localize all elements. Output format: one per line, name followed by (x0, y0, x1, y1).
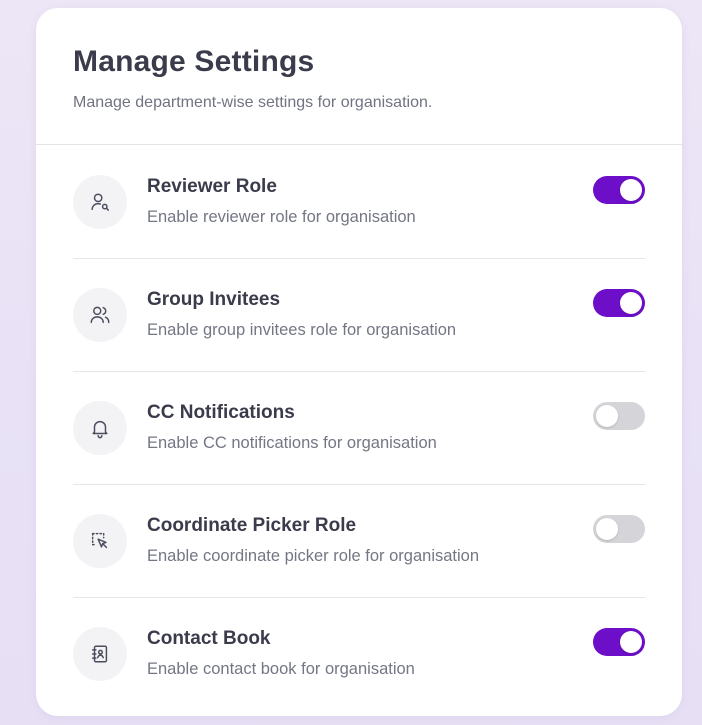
page-subtitle: Manage department-wise settings for orga… (73, 94, 433, 111)
setting-row-cc-notifications: CC Notifications Enable CC notifications… (73, 371, 645, 485)
setting-description: Enable group invitees role for organisat… (147, 321, 457, 339)
toggle-knob (620, 179, 642, 201)
contact-book-toggle[interactable] (593, 628, 645, 656)
setting-title: Reviewer Role (147, 176, 277, 197)
setting-row-group-invitees: Group Invitees Enable group invitees rol… (73, 258, 645, 372)
setting-description: Enable CC notifications for organisation (147, 434, 437, 452)
setting-title: Contact Book (147, 628, 271, 649)
setting-title: Group Invitees (147, 289, 281, 310)
setting-row-reviewer-role: Reviewer Role Enable reviewer role for o… (73, 145, 645, 259)
setting-description: Enable coordinate picker role for organi… (147, 547, 480, 565)
setting-title: Coordinate Picker Role (147, 515, 357, 536)
settings-card: Manage Settings Manage department-wise s… (36, 8, 682, 716)
contact-book-icon (73, 627, 127, 681)
reviewer-role-toggle[interactable] (593, 176, 645, 204)
users-icon (73, 288, 127, 342)
bell-icon (73, 401, 127, 455)
group-invitees-toggle[interactable] (593, 289, 645, 317)
toggle-knob (620, 631, 642, 653)
user-search-icon (73, 175, 127, 229)
toggle-knob (596, 405, 618, 427)
coordinate-picker-role-toggle[interactable] (593, 515, 645, 543)
selection-cursor-icon (73, 514, 127, 568)
settings-header: Manage Settings Manage department-wise s… (36, 8, 682, 145)
setting-title: CC Notifications (147, 402, 295, 423)
setting-row-contact-book: Contact Book Enable contact book for org… (73, 597, 645, 710)
setting-description: Enable contact book for organisation (147, 660, 415, 678)
toggle-knob (620, 292, 642, 314)
cc-notifications-toggle[interactable] (593, 402, 645, 430)
setting-row-coordinate-picker-role: Coordinate Picker Role Enable coordinate… (73, 484, 645, 598)
toggle-knob (596, 518, 618, 540)
setting-description: Enable reviewer role for organisation (147, 208, 416, 226)
page-title: Manage Settings (73, 45, 315, 78)
